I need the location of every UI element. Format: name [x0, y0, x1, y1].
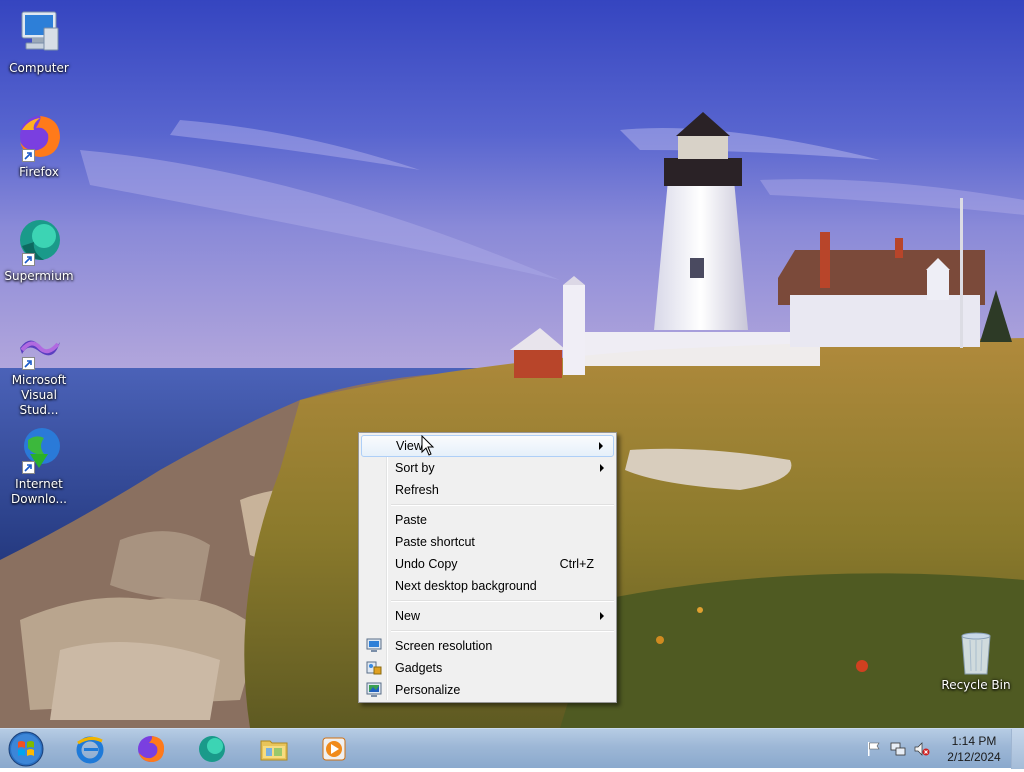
desktop-icon-label: Computer [9, 61, 69, 75]
action-center-flag-icon[interactable] [866, 741, 882, 757]
desktop-icon-visual-studio[interactable]: Microsoft Visual Stud... [0, 320, 78, 418]
recycle-bin-label: Recycle Bin [941, 678, 1011, 692]
desktop-icon-label: Firefox [19, 165, 59, 179]
submenu-arrow-icon [600, 612, 604, 620]
taskbar-clock[interactable]: 1:14 PM 2/12/2024 [936, 733, 1012, 765]
start-orb-icon [8, 731, 44, 767]
menu-separator [391, 504, 614, 506]
start-button[interactable] [6, 730, 46, 768]
menu-item-gadgets[interactable]: Gadgets [361, 657, 614, 679]
firefox-icon [138, 736, 165, 762]
menu-item-personalize[interactable]: Personalize [361, 679, 614, 701]
taskbar-internet-explorer[interactable] [68, 731, 112, 767]
visual-studio-icon [14, 320, 64, 370]
menu-separator [391, 600, 614, 602]
menu-item-sort-by[interactable]: Sort by [361, 457, 614, 479]
menu-item-new[interactable]: New [361, 605, 614, 627]
menu-item-next-desktop-background[interactable]: Next desktop background [361, 575, 614, 597]
menu-item-undo-copy[interactable]: Undo Copy Ctrl+Z [361, 553, 614, 575]
network-icon[interactable] [890, 741, 906, 757]
menu-item-label: New [395, 609, 421, 623]
desktop-icon-label-line1: Internet [15, 477, 63, 491]
desktop-icon-recycle-bin[interactable]: Recycle Bin [940, 630, 1012, 692]
gadgets-icon [366, 660, 382, 676]
submenu-arrow-icon [600, 464, 604, 472]
computer-icon [14, 8, 64, 58]
screen-resolution-icon [366, 638, 382, 654]
firefox-icon [14, 112, 64, 162]
taskbar-supermium[interactable] [190, 731, 234, 767]
desktop-context-menu: View Sort by Refresh Paste Paste shortcu… [358, 432, 617, 703]
menu-item-label: Next desktop background [395, 579, 537, 593]
volume-muted-icon[interactable] [914, 741, 930, 757]
shortcut-arrow-icon [22, 149, 35, 162]
menu-item-paste[interactable]: Paste [361, 509, 614, 531]
personalize-icon [366, 682, 382, 698]
submenu-arrow-icon [599, 442, 603, 450]
media-player-icon [322, 737, 346, 761]
menu-item-shortcut: Ctrl+Z [559, 557, 594, 571]
clock-time: 1:14 PM [951, 734, 997, 748]
menu-item-label: Screen resolution [395, 639, 493, 653]
menu-item-label: Gadgets [395, 661, 443, 675]
desktop-icon-label-line2: Downlo... [11, 492, 67, 506]
menu-item-label: Paste shortcut [395, 535, 475, 549]
file-explorer-icon [260, 740, 288, 761]
internet-download-manager-icon [14, 424, 64, 474]
desktop-icon-computer[interactable]: Computer [0, 8, 78, 76]
menu-item-screen-resolution[interactable]: Screen resolution [361, 635, 614, 657]
taskbar: 1:14 PM 2/12/2024 [0, 728, 1024, 769]
desktop-icon-firefox[interactable]: Firefox [0, 112, 78, 180]
menu-item-label: Undo Copy [395, 557, 458, 571]
supermium-icon [199, 736, 225, 762]
recycle-bin-icon [956, 630, 996, 676]
shortcut-arrow-icon [22, 461, 35, 474]
taskbar-file-explorer[interactable] [252, 731, 296, 767]
taskbar-firefox[interactable] [129, 731, 173, 767]
menu-separator [391, 630, 614, 632]
taskbar-media-player[interactable] [313, 731, 357, 767]
desktop-icon-label-line1: Microsoft [11, 373, 67, 387]
menu-item-refresh[interactable]: Refresh [361, 479, 614, 501]
mouse-cursor-icon [421, 434, 437, 457]
menu-item-label: Paste [395, 513, 427, 527]
clock-date: 2/12/2024 [947, 750, 1001, 764]
menu-item-label: Personalize [395, 683, 461, 697]
desktop-icon-label-line2: Visual Stud... [19, 388, 59, 417]
internet-explorer-icon [76, 736, 104, 764]
show-desktop-button[interactable] [1011, 729, 1024, 769]
shortcut-arrow-icon [22, 357, 35, 370]
desktop-icon-label: Supermium [4, 269, 74, 283]
menu-item-paste-shortcut[interactable]: Paste shortcut [361, 531, 614, 553]
menu-item-label: Sort by [395, 461, 435, 475]
desktop-icon-internet-download-manager[interactable]: Internet Downlo... [0, 424, 78, 507]
menu-item-label: Refresh [395, 483, 439, 497]
shortcut-arrow-icon [22, 253, 35, 266]
menu-item-label: View [396, 439, 423, 453]
menu-item-view[interactable]: View [361, 435, 614, 457]
supermium-icon [14, 216, 64, 266]
desktop-icon-supermium[interactable]: Supermium [0, 216, 78, 284]
